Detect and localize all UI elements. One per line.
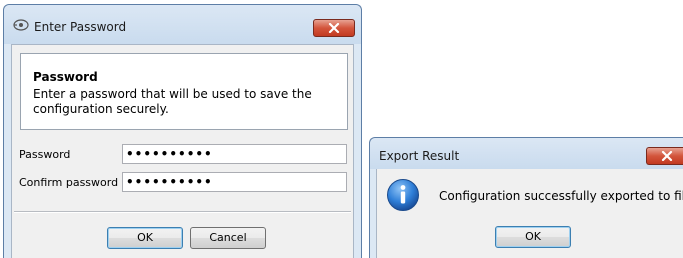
ok-button[interactable]: OK (495, 226, 571, 248)
dialog-body: Configuration successfully exported to f… (376, 169, 683, 258)
close-button[interactable] (646, 147, 683, 165)
close-button[interactable] (313, 19, 355, 37)
info-description: Enter a password that will be used to sa… (33, 87, 312, 116)
separator (14, 211, 351, 213)
cancel-button[interactable]: Cancel (190, 227, 266, 249)
confirm-password-input[interactable]: •••••••••• (122, 172, 347, 192)
title-bar[interactable]: Export Result (370, 138, 683, 169)
close-icon (328, 23, 340, 33)
result-message: Configuration successfully exported to f… (439, 189, 683, 203)
confirm-password-label: Confirm password (19, 176, 119, 189)
info-heading: Password (33, 70, 98, 84)
export-result-dialog: Export Result Configuration successfully… (369, 137, 683, 258)
enter-password-dialog: Enter Password Password Enter a password… (3, 4, 362, 258)
key-icon (13, 18, 29, 32)
title-bar[interactable]: Enter Password (4, 5, 361, 44)
password-input[interactable]: •••••••••• (122, 144, 347, 164)
dialog-title: Enter Password (34, 20, 127, 34)
password-label: Password (19, 148, 71, 161)
ok-button[interactable]: OK (107, 227, 183, 249)
dialog-title: Export Result (379, 149, 460, 163)
close-icon (661, 151, 673, 161)
info-panel: Password Enter a password that will be u… (20, 53, 348, 130)
info-icon (386, 178, 420, 215)
dialog-body: Password Enter a password that will be u… (11, 44, 354, 258)
